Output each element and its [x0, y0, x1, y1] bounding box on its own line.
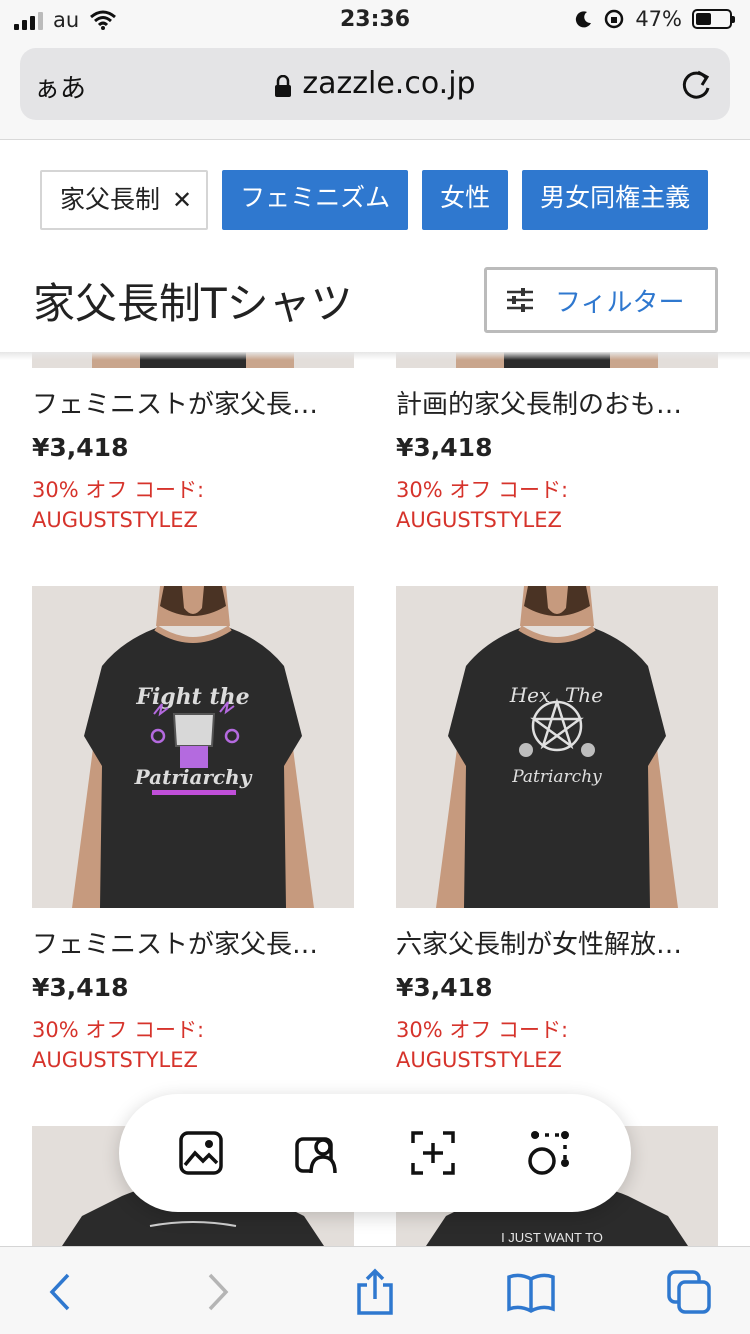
- url-text[interactable]: zazzle.co.jp: [302, 66, 475, 101]
- tag-label: フェミニズム: [240, 183, 391, 212]
- product-price: ¥3,418: [32, 433, 129, 462]
- product-image[interactable]: Fight the Patriarchy: [32, 586, 354, 908]
- coupon-code: AUGUSTSTYLEZ: [32, 508, 198, 532]
- tag-patriarchy[interactable]: 家父長制 ✕: [40, 170, 209, 230]
- sale-text: 30% オフ コード:: [396, 478, 569, 502]
- reload-icon[interactable]: [678, 64, 714, 104]
- coupon-code: AUGUSTSTYLEZ: [396, 508, 562, 532]
- browser-toolbar: [0, 1246, 750, 1334]
- sliders-icon: [507, 288, 533, 312]
- coupon-code: AUGUSTSTYLEZ: [32, 1048, 198, 1072]
- tag-label: 家父長制: [60, 185, 161, 214]
- product-price: ¥3,418: [396, 973, 493, 1002]
- tag-label: 女性: [440, 183, 491, 212]
- product-card[interactable]: Hex The Patriarchy 六家父長制が女性解放… ¥3,418 30…: [396, 586, 718, 1072]
- sale-text: 30% オフ コード:: [396, 1018, 569, 1042]
- product-title[interactable]: フェミニストが家父長…: [32, 924, 354, 961]
- bookmarks-icon[interactable]: [506, 1267, 556, 1317]
- status-bar: au 23:36 47%: [0, 0, 750, 40]
- close-icon[interactable]: ✕: [172, 172, 192, 228]
- image-icon[interactable]: [171, 1123, 231, 1183]
- product-image[interactable]: Hex The Patriarchy: [396, 586, 718, 908]
- battery-icon: [692, 9, 735, 29]
- sale-text: 30% オフ コード:: [32, 478, 205, 502]
- shirt-print-text: The: [565, 683, 603, 707]
- product-card[interactable]: フェミニストが家父長… ¥3,418 30% オフ コード: AUGUSTSTY…: [32, 352, 354, 532]
- tag-row: 家父長制 ✕ フェミニズム 女性 男女同権主義: [40, 170, 718, 234]
- product-price: ¥3,418: [32, 973, 129, 1002]
- back-icon[interactable]: [34, 1267, 84, 1317]
- tag-label: 男女同権主義: [540, 183, 691, 212]
- tabs-icon[interactable]: [664, 1267, 714, 1317]
- share-icon[interactable]: [350, 1267, 400, 1317]
- lock-icon: [275, 74, 292, 97]
- browser-chrome: ぁあ zazzle.co.jp: [0, 40, 750, 140]
- coupon-code: AUGUSTSTYLEZ: [396, 1048, 562, 1072]
- visual-lookup-toolbar: [119, 1094, 631, 1212]
- battery-percent: 47%: [635, 7, 682, 31]
- header-divider: [0, 352, 750, 360]
- select-object-icon[interactable]: [519, 1123, 579, 1183]
- product-title[interactable]: 計画的家父長制のおも…: [396, 384, 718, 421]
- forward-icon[interactable]: [194, 1267, 244, 1317]
- add-frame-icon[interactable]: [403, 1123, 463, 1183]
- tag-gender-equality[interactable]: 男女同権主義: [522, 170, 709, 230]
- orientation-lock-icon: [605, 9, 624, 29]
- product-price: ¥3,418: [396, 433, 493, 462]
- product-card[interactable]: Fight the Patriarchy フェミニストが家父長… ¥3,418 …: [32, 586, 354, 1072]
- moon-icon: [576, 11, 592, 28]
- sale-text: 30% オフ コード:: [32, 1018, 205, 1042]
- page-title: 家父長制Tシャツ: [33, 279, 353, 328]
- product-title[interactable]: 六家父長制が女性解放…: [396, 924, 718, 961]
- product-title[interactable]: フェミニストが家父長…: [32, 384, 354, 421]
- filter-label: フィルター: [555, 287, 685, 318]
- filter-button[interactable]: フィルター: [484, 267, 718, 333]
- product-card[interactable]: 計画的家父長制のおも… ¥3,418 30% オフ コード: AUGUSTSTY…: [396, 352, 718, 532]
- shirt-print-text: Hex: [509, 683, 551, 707]
- portrait-icon[interactable]: [287, 1123, 347, 1183]
- shirt-print-text: I JUST WANT TO: [501, 1230, 603, 1245]
- address-bar[interactable]: ぁあ zazzle.co.jp: [20, 48, 730, 120]
- shirt-print-text: Patriarchy: [511, 767, 602, 787]
- tag-feminism[interactable]: フェミニズム: [222, 170, 409, 230]
- shirt-print-text: Patriarchy: [134, 765, 253, 789]
- tag-women[interactable]: 女性: [422, 170, 509, 230]
